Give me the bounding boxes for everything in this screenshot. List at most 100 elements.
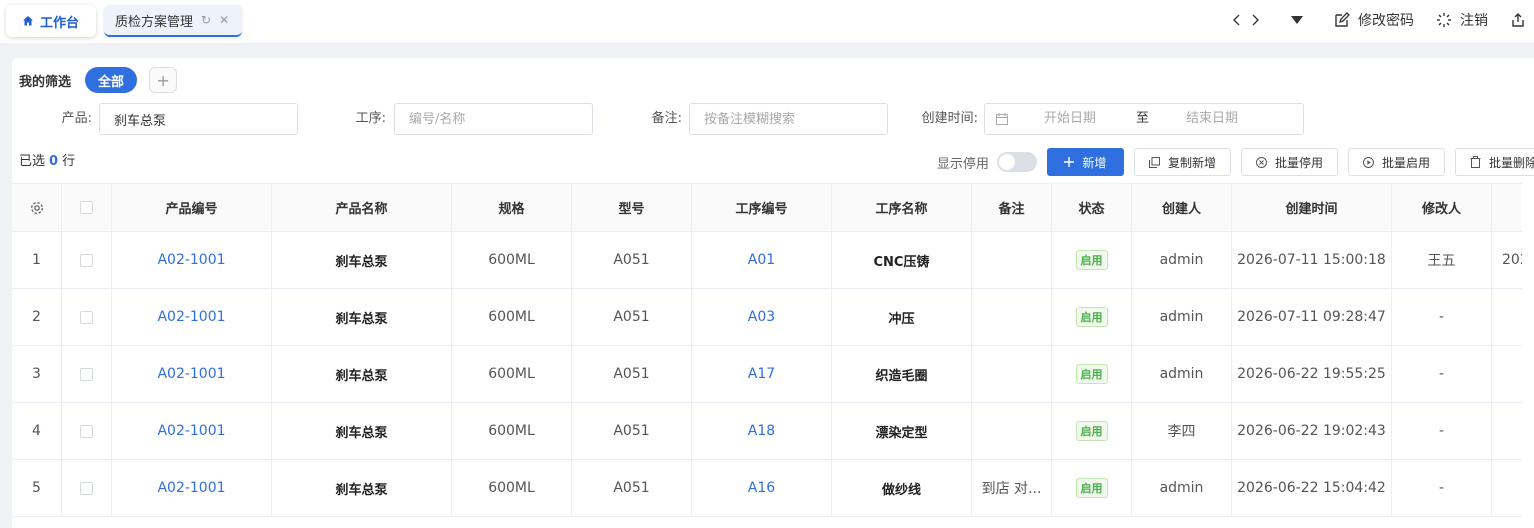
product-input[interactable] <box>99 103 298 135</box>
table-row[interactable]: 2 A02-1001 刹车总泵 600ML A051 A03 冲压 启用 adm… <box>12 289 1522 346</box>
created-time: 2026-07-11 15:00:18 <box>1232 232 1392 288</box>
status-cell: 启用 <box>1052 460 1132 516</box>
overflow-cell: 2026 <box>1502 252 1522 268</box>
share-icon[interactable] <box>1510 12 1526 28</box>
overflow-cell <box>1492 289 1522 345</box>
process-code-link[interactable]: A17 <box>692 346 832 402</box>
row-checkbox[interactable] <box>80 424 93 438</box>
product-code-link[interactable]: A02-1001 <box>112 403 272 459</box>
select-all-checkbox[interactable] <box>80 201 93 214</box>
header-process-code[interactable]: 工序编号 <box>692 184 832 231</box>
selected-count: 已选 0 行 <box>19 148 75 176</box>
product-code-link[interactable]: A02-1001 <box>112 346 272 402</box>
header-created-time[interactable]: 创建时间 <box>1232 184 1392 231</box>
status-badge: 启用 <box>1075 478 1108 498</box>
header-status[interactable]: 状态 <box>1052 184 1132 231</box>
process-code-link[interactable]: A16 <box>692 460 832 516</box>
chevron-right-icon[interactable] <box>1250 13 1260 27</box>
header-creator[interactable]: 创建人 <box>1132 184 1232 231</box>
spec: 600ML <box>452 346 572 402</box>
batch-disable-button[interactable]: 批量停用 <box>1240 148 1338 176</box>
row-checkbox[interactable] <box>80 367 93 381</box>
modifier: - <box>1392 289 1492 345</box>
created-time: 2026-06-22 19:55:25 <box>1232 346 1392 402</box>
product-code-link[interactable]: A02-1001 <box>112 232 272 288</box>
table-row[interactable]: 4 A02-1001 刹车总泵 600ML A051 A18 漂染定型 启用 李… <box>12 403 1522 460</box>
table-row[interactable]: 1 A02-1001 刹车总泵 600ML A051 A01 CNC压铸 启用 … <box>12 232 1522 289</box>
table-toolbar: 已选 0 行 显示停用 新增 复制新增 批量停用 批量启用 批量删除 <box>12 148 1534 176</box>
dropdown-toggle[interactable] <box>1290 15 1312 25</box>
row-checkbox[interactable] <box>80 481 93 495</box>
row-checkbox[interactable] <box>80 253 93 267</box>
search-form: 产品: 工序: 备注: 创建时间: 开始日期 至 结束日期 <box>12 103 1534 135</box>
top-actions: 修改密码 注销 <box>1210 0 1534 40</box>
remark <box>972 232 1052 288</box>
select-all-cell <box>62 184 112 231</box>
refresh-icon[interactable]: ↻ <box>201 13 211 27</box>
process-code-link[interactable]: A18 <box>692 403 832 459</box>
tab-quality-plan-label: 质检方案管理 <box>115 14 194 30</box>
row-select-cell <box>62 346 112 402</box>
filter-all-pill[interactable]: 全部 <box>85 67 138 93</box>
add-button[interactable]: 新增 <box>1046 148 1124 176</box>
batch-enable-button[interactable]: 批量启用 <box>1347 148 1445 176</box>
gear-icon[interactable] <box>30 201 44 215</box>
status-cell: 启用 <box>1052 232 1132 288</box>
header-product-name[interactable]: 产品名称 <box>272 184 452 231</box>
process-code-link[interactable]: A01 <box>692 232 832 288</box>
tab-home[interactable]: 工作台 <box>6 5 96 37</box>
overflow-cell <box>1492 403 1522 459</box>
logout-button[interactable]: 注销 <box>1436 10 1488 30</box>
header-process-name[interactable]: 工序名称 <box>832 184 972 231</box>
add-filter-button[interactable]: + <box>149 67 178 93</box>
status-badge: 启用 <box>1075 307 1108 327</box>
process-input[interactable] <box>394 103 593 135</box>
share-button[interactable] <box>1510 12 1534 28</box>
header-modifier[interactable]: 修改人 <box>1392 184 1492 231</box>
status-cell: 启用 <box>1052 289 1132 345</box>
filter-title: 我的筛选 <box>19 74 72 90</box>
close-icon[interactable]: ✕ <box>219 13 229 27</box>
plus-icon: + <box>156 70 170 90</box>
product-name: 刹车总泵 <box>272 289 452 345</box>
modifier: - <box>1392 403 1492 459</box>
header-remark[interactable]: 备注 <box>972 184 1052 231</box>
product-name: 刹车总泵 <box>272 460 452 516</box>
modifier: 王五 <box>1392 232 1492 288</box>
copy-add-label: 复制新增 <box>1167 155 1216 170</box>
table-row[interactable]: 5 A02-1001 刹车总泵 600ML A051 A16 做纱线 到店 对.… <box>12 460 1522 517</box>
edit-icon <box>1335 12 1350 27</box>
remark <box>972 403 1052 459</box>
nav-arrows[interactable] <box>1232 13 1268 27</box>
tab-quality-plan[interactable]: 质检方案管理 ↻ ✕ <box>104 5 242 37</box>
copy-add-button[interactable]: 复制新增 <box>1133 148 1231 176</box>
caret-down-icon[interactable] <box>1290 15 1304 25</box>
process-name: CNC压铸 <box>832 232 972 288</box>
batch-delete-label: 批量删除 <box>1488 155 1534 170</box>
show-disabled-toggle[interactable] <box>996 152 1037 172</box>
date-range-picker[interactable]: 开始日期 至 结束日期 <box>984 103 1304 135</box>
product-code-link[interactable]: A02-1001 <box>112 460 272 516</box>
product-name: 刹车总泵 <box>272 403 452 459</box>
product-code-link[interactable]: A02-1001 <box>112 289 272 345</box>
batch-enable-label: 批量启用 <box>1381 155 1430 170</box>
column-settings[interactable] <box>12 184 62 231</box>
start-date-input[interactable]: 开始日期 <box>1044 104 1096 134</box>
process-name: 做纱线 <box>832 460 972 516</box>
change-password-button[interactable]: 修改密码 <box>1334 10 1414 30</box>
creator: admin <box>1132 460 1232 516</box>
row-select-cell <box>62 403 112 459</box>
remark-input[interactable] <box>689 103 888 135</box>
batch-delete-button[interactable]: 批量删除 <box>1454 148 1534 176</box>
table-row[interactable]: 3 A02-1001 刹车总泵 600ML A051 A17 织造毛圈 启用 a… <box>12 346 1522 403</box>
row-checkbox[interactable] <box>80 310 93 324</box>
header-spec[interactable]: 规格 <box>452 184 572 231</box>
end-date-input[interactable]: 结束日期 <box>1186 104 1238 134</box>
chevron-left-icon[interactable] <box>1232 13 1242 27</box>
header-product-code[interactable]: 产品编号 <box>112 184 272 231</box>
process-code-link[interactable]: A03 <box>692 289 832 345</box>
process-name: 漂染定型 <box>832 403 972 459</box>
header-model[interactable]: 型号 <box>572 184 692 231</box>
row-number: 3 <box>12 346 62 402</box>
model: A051 <box>572 346 692 402</box>
